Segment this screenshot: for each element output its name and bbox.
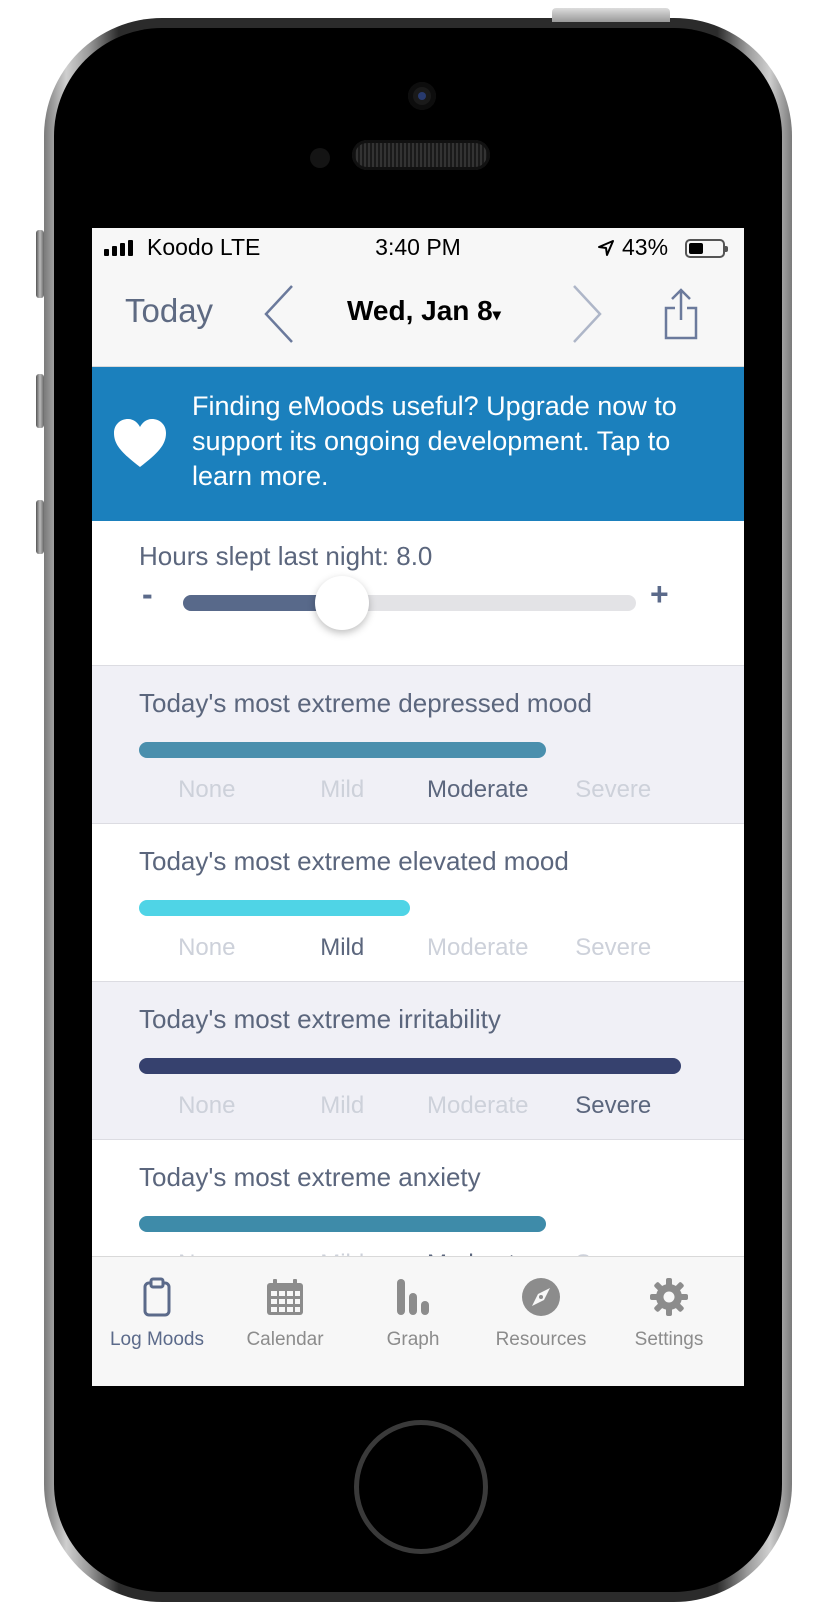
severity-option-none[interactable]: None	[139, 1092, 275, 1120]
upgrade-message: Finding eMoods useful? Upgrade now to su…	[192, 391, 677, 491]
severity-options: NoneMildModerateSevere	[139, 934, 681, 962]
mood-severity-bar	[139, 1058, 681, 1074]
severity-option-mild[interactable]: Mild	[275, 1092, 411, 1120]
home-button[interactable]	[354, 1420, 488, 1554]
mood-title: Today's most extreme anxiety	[139, 1162, 481, 1192]
severity-option-severe[interactable]: Severe	[546, 1092, 682, 1120]
severity-option-mild[interactable]: Mild	[275, 934, 411, 962]
mood-title: Today's most extreme depressed mood	[139, 688, 592, 718]
sleep-section: Hours slept last night: 8.0 - +	[92, 521, 744, 666]
heart-icon	[114, 419, 166, 467]
date-picker[interactable]: Wed, Jan 8▾	[347, 295, 501, 327]
compass-icon	[522, 1278, 560, 1316]
mood-section: Today's most extreme irritability None Mil…	[92, 982, 744, 1140]
tab-settings[interactable]: Settings	[604, 1257, 734, 1386]
tab-label: Resources	[495, 1329, 587, 1350]
increase-sleep-button[interactable]: +	[650, 576, 669, 613]
gear-icon	[650, 1278, 688, 1316]
proximity-sensor	[310, 148, 330, 168]
bar-graph-icon	[397, 1279, 429, 1315]
tab-label: Log Moods	[109, 1329, 204, 1350]
mute-switch	[36, 230, 44, 298]
battery-percent: 43%	[622, 234, 669, 260]
severity-option-severe[interactable]: Severe	[546, 776, 682, 804]
battery-level	[689, 243, 703, 254]
decrease-sleep-button[interactable]: -	[142, 576, 153, 613]
tab-label: Calendar	[246, 1329, 324, 1350]
mood-severity-bar	[139, 900, 410, 916]
sleep-label-text: Hours slept last night:	[139, 541, 390, 571]
volume-down-button	[36, 500, 44, 554]
sleep-slider-track[interactable]	[183, 576, 636, 630]
mood-title: Today's most extreme elevated mood	[139, 846, 569, 876]
app-screen: Koodo LTE 3:40 PM 43% Today Wed, Jan 8▾	[92, 228, 744, 1386]
mood-severity-bar	[139, 1216, 546, 1232]
tab-calendar[interactable]: Calendar	[220, 1257, 350, 1386]
severity-option-none[interactable]: None	[139, 934, 275, 962]
severity-option-moderate[interactable]: Moderate	[410, 776, 546, 804]
power-button	[552, 8, 670, 22]
mood-severity-slider[interactable]	[139, 1216, 681, 1232]
mood-section: Today's most extreme elevated mood None Mi…	[92, 824, 744, 982]
mood-severity-slider[interactable]	[139, 1058, 681, 1074]
sleep-hours-value: 8.0	[396, 541, 433, 571]
severity-options: NoneMildModerateSevere	[139, 776, 681, 804]
volume-up-button	[36, 374, 44, 428]
current-date: Wed, Jan 8	[347, 295, 493, 326]
severity-option-moderate[interactable]: Moderate	[410, 1092, 546, 1120]
battery-icon	[685, 239, 728, 258]
mood-severity-bar	[139, 742, 546, 758]
tab-label: Settings	[634, 1329, 704, 1350]
chevron-right-icon[interactable]	[570, 282, 604, 346]
chevron-left-icon[interactable]	[262, 282, 296, 346]
caret-down-icon: ▾	[492, 307, 501, 324]
severity-option-none[interactable]: None	[139, 776, 275, 804]
mood-title: Today's most extreme irritability	[139, 1004, 501, 1034]
mood-section: Today's most extreme depressed mood None M…	[92, 666, 744, 824]
tab-label: Graph	[386, 1329, 440, 1350]
status-bar: Koodo LTE 3:40 PM 43%	[92, 228, 744, 268]
tab-resources[interactable]: Resources	[476, 1257, 606, 1386]
sleep-slider-thumb[interactable]	[314, 576, 369, 630]
sleep-label: Hours slept last night: 8.0	[139, 541, 432, 572]
calendar-icon	[267, 1279, 303, 1315]
severity-option-moderate[interactable]: Moderate	[410, 934, 546, 962]
share-icon[interactable]	[662, 286, 700, 342]
upgrade-banner[interactable]: Finding eMoods useful? Upgrade now to su…	[92, 367, 744, 521]
today-button[interactable]: Today	[125, 292, 213, 330]
tab-log-moods[interactable]: Log Moods	[92, 1257, 222, 1386]
clipboard-icon	[143, 1277, 171, 1317]
mood-severity-slider[interactable]	[139, 742, 681, 758]
location-arrow-icon	[598, 240, 614, 256]
severity-option-severe[interactable]: Severe	[546, 934, 682, 962]
severity-option-mild[interactable]: Mild	[275, 776, 411, 804]
mood-severity-slider[interactable]	[139, 900, 681, 916]
tab-bar: Log Moods Calendar Graph Resources Setti…	[92, 1256, 744, 1386]
tab-graph[interactable]: Graph	[348, 1257, 478, 1386]
severity-options: NoneMildModerateSevere	[139, 1092, 681, 1120]
date-nav-bar: Today Wed, Jan 8▾	[92, 268, 744, 367]
earpiece-speaker	[352, 140, 490, 170]
front-camera	[408, 82, 436, 110]
